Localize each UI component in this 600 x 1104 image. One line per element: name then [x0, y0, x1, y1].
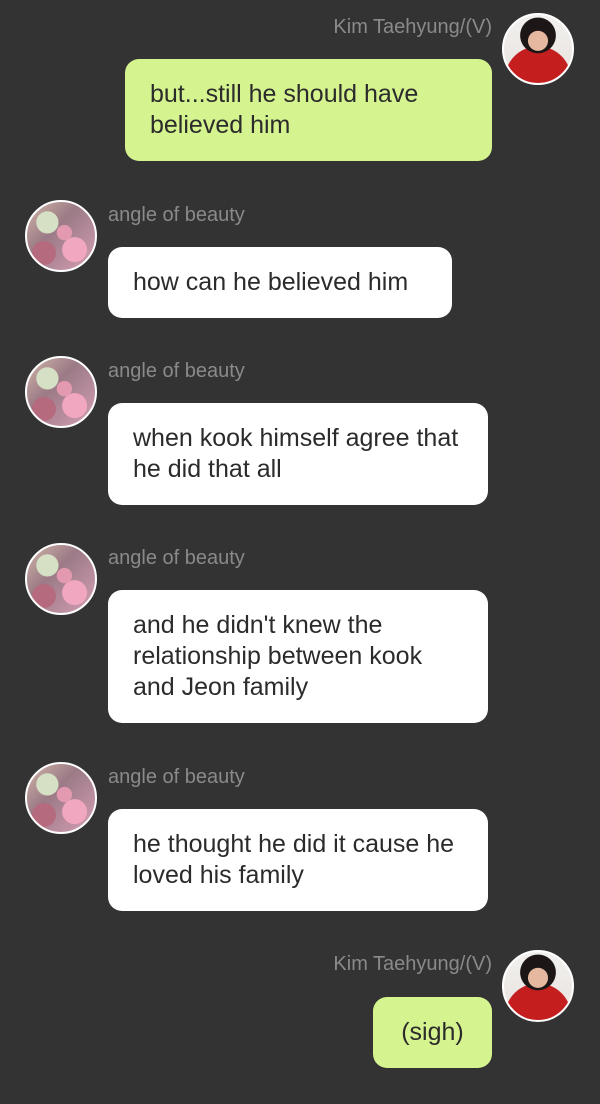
- message-bubble-incoming[interactable]: he thought he did it cause he loved his …: [108, 809, 488, 911]
- sender-name: Kim Taehyung/(V): [333, 16, 492, 38]
- sender-name: Kim Taehyung/(V): [333, 953, 492, 975]
- avatar-kim-taehyung[interactable]: [502, 950, 574, 1022]
- avatar-angle-of-beauty[interactable]: [25, 543, 97, 615]
- message-bubble-outgoing[interactable]: but...still he should have believed him: [125, 59, 492, 161]
- message-bubble-incoming[interactable]: and he didn't knew the relationship betw…: [108, 590, 488, 723]
- message-bubble-incoming[interactable]: how can he believed him: [108, 247, 452, 318]
- sender-name: angle of beauty: [108, 766, 245, 788]
- avatar-angle-of-beauty[interactable]: [25, 200, 97, 272]
- message-bubble-outgoing[interactable]: (sigh): [373, 997, 492, 1068]
- sender-name: angle of beauty: [108, 547, 245, 569]
- avatar-angle-of-beauty[interactable]: [25, 356, 97, 428]
- avatar-angle-of-beauty[interactable]: [25, 762, 97, 834]
- message-bubble-incoming[interactable]: when kook himself agree that he did that…: [108, 403, 488, 505]
- avatar-kim-taehyung[interactable]: [502, 13, 574, 85]
- sender-name: angle of beauty: [108, 204, 245, 226]
- sender-name: angle of beauty: [108, 360, 245, 382]
